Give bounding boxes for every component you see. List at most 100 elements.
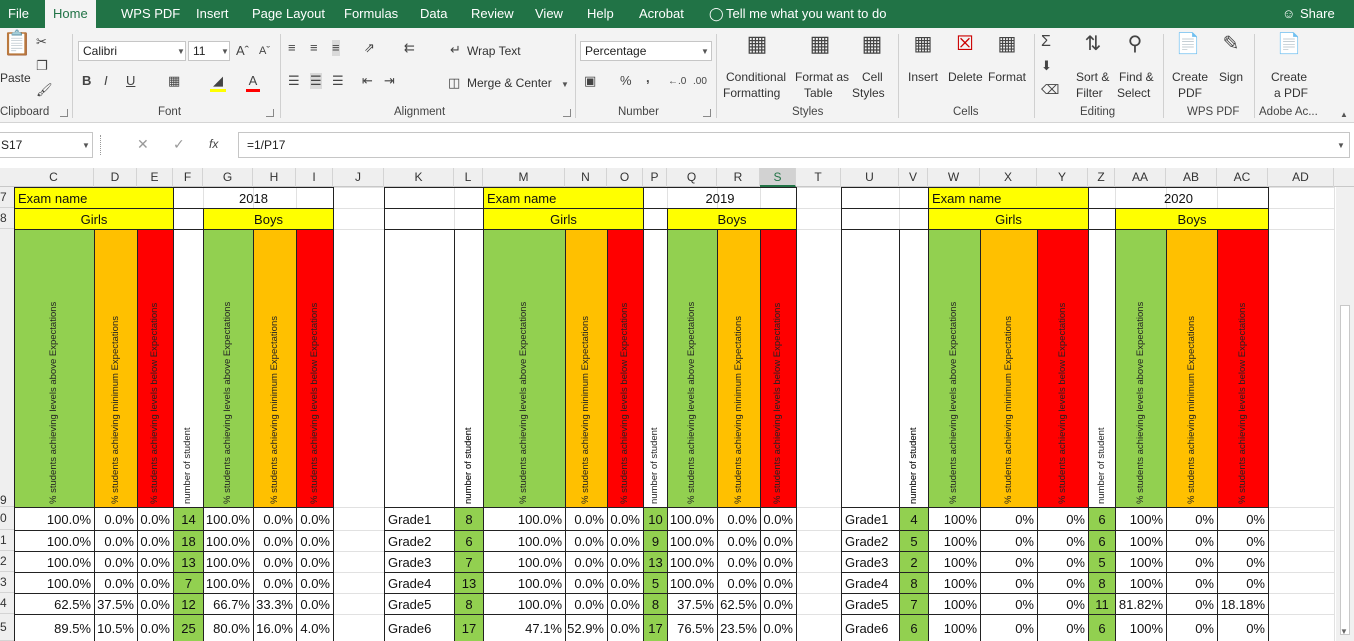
adobe-create-label-2[interactable]: a PDF <box>1274 86 1308 100</box>
align-middle-icon[interactable]: ≡ <box>310 40 318 56</box>
y2019-above-value[interactable]: 100.0% <box>483 507 566 531</box>
menu-tab-insert[interactable]: Insert <box>196 0 229 28</box>
y2019-girls-count[interactable]: 17 <box>454 614 484 641</box>
y2018-above-value[interactable]: 100.0% <box>203 507 254 531</box>
bold-button[interactable]: B <box>82 73 91 89</box>
y2019-minimum-value[interactable]: 0.0% <box>565 593 608 615</box>
y2018-minimum-value[interactable]: 0.0% <box>253 572 297 594</box>
cell-styles-label-2[interactable]: Styles <box>852 86 885 100</box>
y2018-above-value[interactable]: 100.0% <box>203 572 254 594</box>
y2020-grade-label[interactable]: Grade5 <box>841 593 900 615</box>
menu-tab-page-layout[interactable]: Page Layout <box>252 0 325 28</box>
y2020-above-value[interactable]: 100% <box>928 593 981 615</box>
fill-icon[interactable]: ⬇ <box>1041 58 1052 74</box>
column-header-f[interactable]: F <box>173 168 203 187</box>
conditional-formatting-label-2[interactable]: Formatting <box>723 86 780 100</box>
y2019-boys-header[interactable]: Boys <box>667 208 797 230</box>
menu-tab-view[interactable]: View <box>535 0 563 28</box>
sign-icon[interactable]: ✎ <box>1218 34 1244 66</box>
y2019-grade-label[interactable]: Grade4 <box>384 572 455 594</box>
number-launcher-icon[interactable] <box>703 109 711 117</box>
y2020-above-value[interactable]: 81.82% <box>1115 593 1167 615</box>
conditional-formatting-icon[interactable]: ▦ <box>743 33 771 66</box>
column-header-s[interactable]: S <box>760 168 796 187</box>
y2020-above-value[interactable]: 100% <box>928 551 981 573</box>
y2020-minimum-value[interactable]: 0% <box>980 551 1038 573</box>
y2018-minimum-value[interactable]: 0.0% <box>253 507 297 531</box>
column-header-q[interactable]: Q <box>667 168 717 187</box>
tell-me-search[interactable]: Tell me what you want to do <box>726 0 886 28</box>
y2018-below-value[interactable]: 0.0% <box>137 572 174 594</box>
insert-function-button[interactable]: fx <box>209 132 218 156</box>
share-button[interactable]: Share <box>1300 0 1335 28</box>
y2019-number-value[interactable]: 10 <box>643 507 668 531</box>
column-header-t[interactable]: T <box>796 168 841 187</box>
row-header[interactable]: 2 <box>0 551 14 572</box>
menu-tab-acrobat[interactable]: Acrobat <box>639 0 684 28</box>
y2018-number-value[interactable]: 25 <box>173 614 204 641</box>
column-header-z[interactable]: Z <box>1088 168 1115 187</box>
column-header-j[interactable]: J <box>333 168 384 187</box>
y2018-number-value[interactable]: 13 <box>173 551 204 573</box>
clear-icon[interactable]: ⌫ <box>1041 82 1059 98</box>
increase-font-icon[interactable]: Aˆ <box>236 43 249 59</box>
column-header-h[interactable]: H <box>253 168 296 187</box>
y2019-minimum-value[interactable]: 0.0% <box>717 507 761 531</box>
column-header-i[interactable]: I <box>296 168 333 187</box>
cancel-icon[interactable]: ✕ <box>137 132 149 156</box>
row-header[interactable]: 9 <box>0 229 14 507</box>
y2020-number-value[interactable]: 6 <box>1088 530 1116 552</box>
menu-tab-wps-pdf[interactable]: WPS PDF <box>121 0 180 28</box>
y2020-minimum-value[interactable]: 0% <box>980 530 1038 552</box>
y2020-minimum-value[interactable]: 0% <box>1166 593 1218 615</box>
percent-style-button[interactable]: % <box>620 73 632 89</box>
y2019-minimum-value[interactable]: 0.0% <box>717 572 761 594</box>
font-name-select[interactable]: Calibri <box>78 41 186 61</box>
y2018-number-value[interactable]: 12 <box>173 593 204 615</box>
paste-icon[interactable]: 📋 <box>2 32 32 66</box>
wrap-text-button[interactable]: Wrap Text <box>467 44 521 58</box>
row-header[interactable]: 7 <box>0 187 14 208</box>
row-header[interactable]: 3 <box>0 572 14 593</box>
increase-decimal-icon[interactable]: ←.0 <box>668 74 686 90</box>
y2019-below-value[interactable]: 0.0% <box>760 530 797 552</box>
y2020-below-value[interactable]: 0% <box>1037 614 1089 641</box>
y2018-above-value[interactable]: 66.7% <box>203 593 254 615</box>
row-header[interactable]: 5 <box>0 614 14 641</box>
adobe-create-label-1[interactable]: Create <box>1271 70 1307 84</box>
y2020-blank-header[interactable] <box>1088 208 1116 230</box>
y2018-minimum-value[interactable]: 16.0% <box>253 614 297 641</box>
column-header-u[interactable]: U <box>841 168 899 187</box>
y2018-below-value[interactable]: 0.0% <box>296 530 334 552</box>
underline-button[interactable]: U <box>126 73 135 89</box>
y2018-above-value[interactable]: 62.5% <box>14 593 95 615</box>
column-header-k[interactable]: K <box>384 168 454 187</box>
y2019-below-value[interactable]: 0.0% <box>760 551 797 573</box>
wrap-text-icon[interactable]: ↵ <box>450 42 461 58</box>
format-as-table-label-1[interactable]: Format as <box>795 70 849 84</box>
y2019-number-value[interactable]: 13 <box>643 551 668 573</box>
decrease-indent-icon[interactable]: ⇤ <box>362 73 373 89</box>
row-header[interactable]: 8 <box>0 208 14 229</box>
y2018-below-value[interactable]: 0.0% <box>137 507 174 531</box>
y2020-minimum-value[interactable]: 0% <box>980 572 1038 594</box>
font-color-icon[interactable]: A <box>246 73 260 92</box>
y2019-girls-count[interactable]: 7 <box>454 551 484 573</box>
paste-button[interactable]: Paste <box>0 71 31 85</box>
y2018-minimum-value[interactable]: 0.0% <box>253 530 297 552</box>
column-header-r[interactable]: R <box>717 168 760 187</box>
y2020-above-value[interactable]: 100% <box>1115 530 1167 552</box>
y2018-boys-header[interactable]: Boys <box>203 208 334 230</box>
y2020-exam-name-header[interactable]: Exam name <box>928 187 1089 209</box>
sort-filter-label-2[interactable]: Filter <box>1076 86 1103 100</box>
enter-icon[interactable]: ✓ <box>173 132 185 156</box>
menu-tab-review[interactable]: Review <box>471 0 514 28</box>
y2018-number-value[interactable]: 18 <box>173 530 204 552</box>
y2020-grade-label[interactable]: Grade4 <box>841 572 900 594</box>
column-header-n[interactable]: N <box>565 168 607 187</box>
decrease-font-icon[interactable]: Aˇ <box>259 43 270 59</box>
sort-filter-icon[interactable]: ⇅ <box>1080 34 1106 66</box>
y2018-above-value[interactable]: 100.0% <box>14 551 95 573</box>
y2018-minimum-value[interactable]: 0.0% <box>94 507 138 531</box>
y2020-grade-label[interactable]: Grade6 <box>841 614 900 641</box>
